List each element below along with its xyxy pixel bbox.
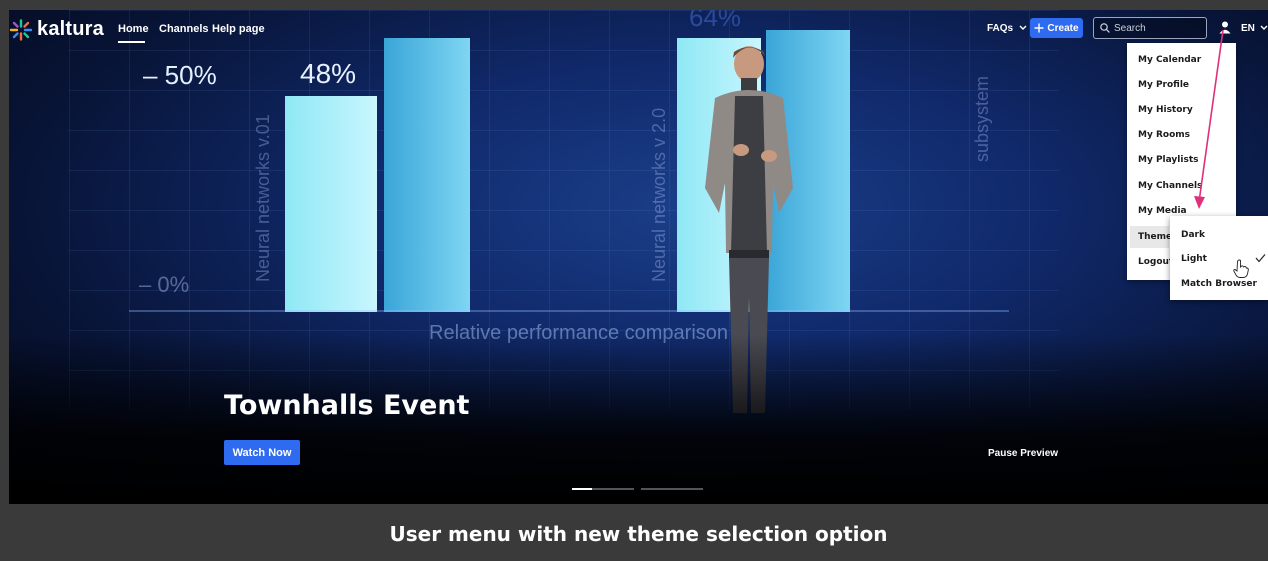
bg-vertical-label: Neural networks v 2.0 [649,107,669,282]
carousel-indicator-active[interactable] [572,488,634,490]
bg-number: – 50% [143,60,217,90]
kaltura-logo-icon [9,18,33,41]
hand-cursor-icon [1233,259,1249,278]
bg-vertical-label: subsystem [972,75,992,162]
carousel-indicator[interactable] [641,488,703,490]
bg-number: – 0% [139,272,190,297]
faqs-label: FAQs [987,23,1014,34]
pause-preview-button[interactable]: Pause Preview [988,448,1058,459]
chevron-down-icon [1260,25,1268,30]
kaltura-logo[interactable]: kaltura [9,18,104,41]
theme-submenu: Dark Light Match Browser [1170,216,1268,300]
menu-item-my-playlists[interactable]: My Playlists [1127,149,1236,171]
top-navigation: kaltura Home Channels Help page FAQs Cre… [9,10,1268,48]
theme-option-match-browser[interactable]: Match Browser [1170,272,1268,296]
screenshot-frame: – 50% 48% 64% – 0% Neural networks v.01 … [0,0,1268,561]
menu-item-my-calendar[interactable]: My Calendar [1127,49,1236,71]
user-icon[interactable] [1219,21,1231,34]
nav-channels[interactable]: Channels [159,23,209,35]
plus-icon [1034,23,1044,33]
language-selector[interactable]: EN [1241,23,1268,34]
logo-text: kaltura [37,18,104,40]
theme-option-dark[interactable]: Dark [1170,223,1268,247]
language-label: EN [1241,23,1255,34]
hero-banner: – 50% 48% 64% – 0% Neural networks v.01 … [9,10,1268,504]
faqs-dropdown[interactable]: FAQs [987,23,1027,34]
check-icon [1255,254,1266,263]
caption-text: User menu with new theme selection optio… [389,522,888,546]
hero-bottom-gradient [9,334,1268,504]
caption-bar: User menu with new theme selection optio… [9,504,1268,561]
theme-option-light-label: Light [1181,254,1207,264]
menu-item-my-profile[interactable]: My Profile [1127,74,1236,96]
search-icon [1100,23,1110,33]
menu-item-my-history[interactable]: My History [1127,99,1236,121]
menu-item-my-rooms[interactable]: My Rooms [1127,124,1236,146]
nav-home[interactable]: Home [118,23,149,35]
hero-title: Townhalls Event [224,390,470,421]
nav-help-page[interactable]: Help page [212,23,265,35]
theme-option-light[interactable]: Light [1170,247,1268,271]
bg-bar-2 [384,38,470,312]
menu-item-my-channels[interactable]: My Channels [1127,175,1236,197]
chevron-down-icon [1019,25,1027,30]
bg-vertical-label: Neural networks v.01 [253,114,273,282]
search-box[interactable] [1093,17,1207,39]
bg-baseline [129,310,1009,312]
create-label: Create [1047,22,1079,34]
nav-active-indicator [118,41,145,43]
search-input[interactable] [1114,22,1206,34]
watch-now-button[interactable]: Watch Now [224,440,300,465]
bg-bar-1 [285,96,377,312]
create-button[interactable]: Create [1030,18,1083,38]
menu-item-theme[interactable]: Theme [1130,226,1172,248]
bg-number: 48% [300,58,357,89]
